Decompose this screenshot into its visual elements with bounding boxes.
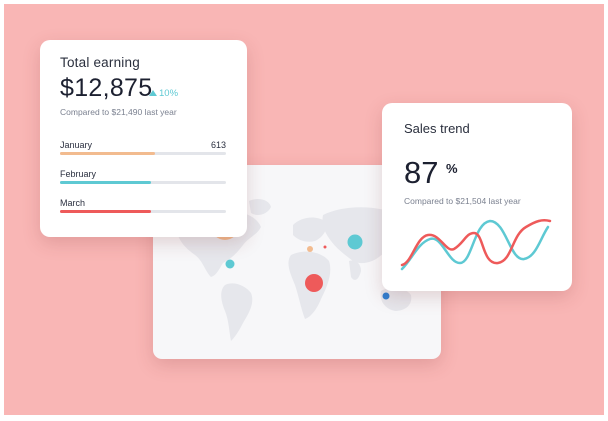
map-bubble-europe-dot[interactable] [323,245,327,249]
pink-backdrop: Total earning $12,875 10% Compared to $2… [4,4,604,415]
total-earning-card: Total earning $12,875 10% Compared to $2… [40,40,247,237]
month-progress-fill [60,181,152,184]
india-landmass [349,260,361,280]
month-progress-track [60,210,226,213]
earning-amount: $12,875 [60,74,153,102]
earning-change-value: 10% [159,88,179,99]
month-value: 613 [210,140,226,150]
greenland-landmass [249,199,271,215]
trend-up-icon [149,90,157,96]
map-bubble-africa[interactable] [305,274,323,292]
map-bubble-asia[interactable] [347,234,363,250]
month-row-january: January 613 [60,140,226,155]
earning-change: 10% [149,88,178,99]
month-label: February [60,169,97,179]
month-progress-track [60,181,226,184]
map-bubble-north-america-small[interactable] [225,259,235,269]
map-bubble-europe-small[interactable] [307,246,313,252]
sales-sparkline [400,219,552,271]
month-progress-track [60,152,226,155]
map-bubble-asia-pacific[interactable] [382,292,390,300]
europe-landmass [293,217,327,242]
month-progress-fill [60,210,152,213]
south-america-landmass [221,283,253,341]
month-label: January [60,140,93,150]
month-label: March [60,198,86,208]
earning-title: Total earning [60,55,140,70]
month-row-february: February [60,169,226,184]
earning-compare-text: Compared to $21,490 last year [60,107,177,117]
sales-trend-card: Sales trend 87 % Compared to $21,504 las… [382,103,572,291]
month-progress-fill [60,152,155,155]
month-row-march: March [60,198,226,213]
